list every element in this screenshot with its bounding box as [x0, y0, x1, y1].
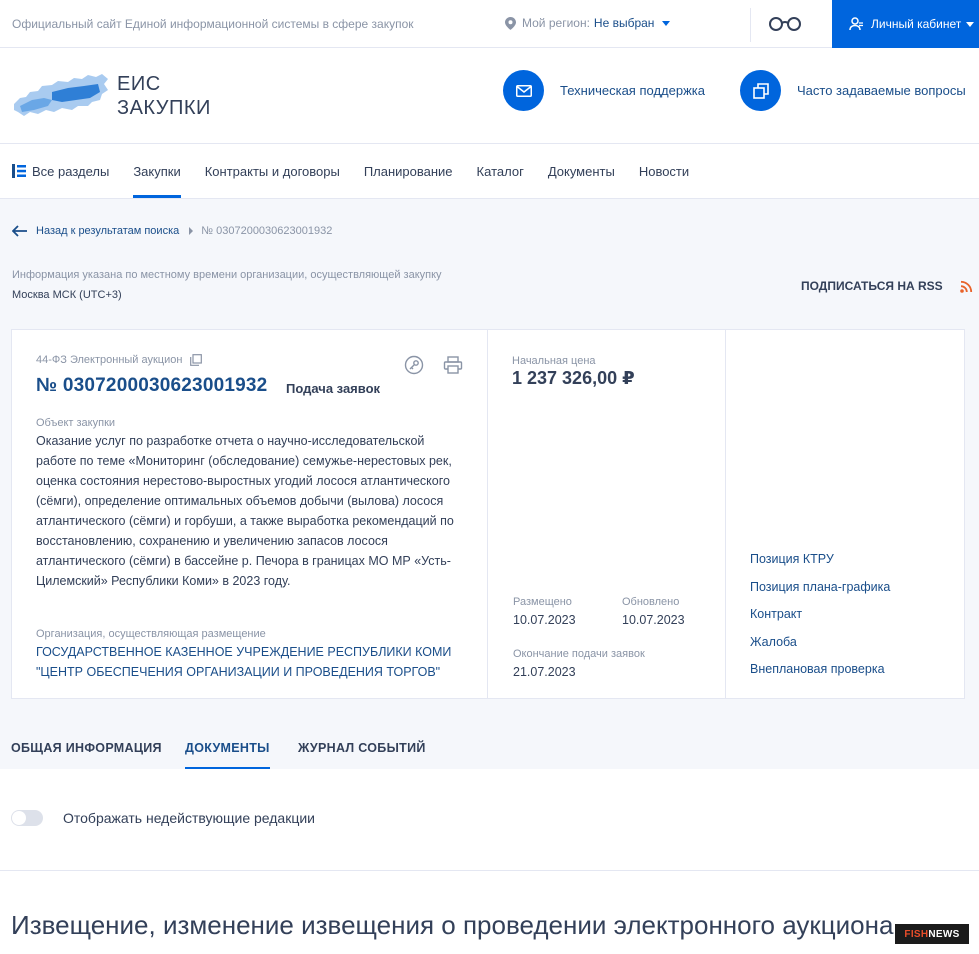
divider [0, 870, 979, 871]
nav-label: Все разделы [32, 163, 110, 179]
chevron-down-icon [966, 21, 975, 27]
nav-item-all-sections[interactable]: Все разделы [12, 144, 109, 198]
copy-windows-icon [740, 70, 781, 111]
purchase-number[interactable]: № 0307200030623001932 [36, 375, 267, 397]
tech-support-label: Техническая поддержка [560, 83, 705, 98]
cabinet-label: Личный кабинет [871, 17, 962, 31]
nav-item-planning[interactable]: Планирование [364, 144, 453, 198]
nav-label: Документы [547, 163, 615, 179]
deadline-date: 21.07.2023 [513, 665, 576, 679]
divider [750, 8, 751, 42]
tab-documents[interactable]: ДОКУМЕНТЫ [185, 741, 270, 769]
tab-general-info[interactable]: ОБЩАЯ ИНФОРМАЦИЯ [11, 741, 162, 755]
user-icon [849, 17, 863, 31]
accessibility-glasses-icon[interactable] [768, 14, 802, 34]
price-label: Начальная цена [512, 355, 596, 367]
show-inactive-toggle[interactable] [11, 810, 43, 826]
nav-label: Планирование [363, 163, 453, 179]
watermark-part-2: NEWS [928, 928, 960, 940]
nav-item-documents[interactable]: Документы [548, 144, 615, 198]
object-text: Оказание услуг по разработке отчета о на… [36, 434, 454, 588]
breadcrumb-current: № 0307200030623001932 [201, 225, 333, 237]
placed-date: 10.07.2023 [513, 613, 576, 627]
link-plan-schedule-position[interactable]: Позиция плана-графика [750, 580, 890, 608]
tech-support-button[interactable]: Техническая поддержка [503, 70, 705, 111]
nav-item-contracts[interactable]: Контракты и договоры [205, 144, 340, 198]
personal-cabinet-button[interactable]: Личный кабинет [832, 0, 979, 48]
link-contract[interactable]: Контракт [750, 607, 890, 635]
nav-item-news[interactable]: Новости [639, 144, 689, 198]
deadline-label: Окончание подачи заявок [513, 648, 645, 660]
breadcrumb-separator-icon [189, 227, 194, 235]
nav-label: Новости [638, 163, 690, 179]
show-inactive-label: Отображать недействующие редакции [63, 810, 316, 826]
sections-list-icon [12, 164, 26, 178]
region-value[interactable]: Не выбран [594, 16, 655, 30]
purchase-card: 44-ФЗ Электронный аукцион № 030720003062… [11, 329, 965, 699]
logo-text[interactable]: ЕИС ЗАКУПКИ [117, 72, 211, 120]
eis-logo-map-icon[interactable] [12, 70, 112, 120]
copy-icon[interactable] [190, 354, 203, 366]
rss-label: ПОДПИСАТЬСЯ НА RSS [801, 279, 943, 293]
purchase-main-info: 44-ФЗ Электронный аукцион № 030720003062… [12, 330, 488, 698]
timezone-value: Москва МСК (UTC+3) [12, 289, 122, 301]
watermark-part-1: FISH [904, 928, 929, 940]
purchase-price-dates: Начальная цена 1 237 326,00 ₽ Размещено … [488, 330, 726, 698]
purchase-section: Назад к результатам поиска № 03072000306… [0, 199, 979, 769]
location-pin-icon [505, 16, 516, 30]
org-name-link[interactable]: ГОСУДАРСТВЕННОЕ КАЗЕННОЕ УЧРЕЖДЕНИЕ РЕСП… [36, 642, 476, 682]
logo-line-1: ЕИС [117, 73, 161, 95]
breadcrumb: Назад к результатам поиска № 03072000306… [12, 225, 332, 237]
nav-item-purchases[interactable]: Закупки [133, 144, 182, 198]
link-complaint[interactable]: Жалоба [750, 635, 890, 663]
region-selector[interactable]: Мой регион: Не выбран [505, 16, 671, 30]
logo-line-2: ЗАКУПКИ [117, 97, 211, 119]
signature-key-icon[interactable] [404, 355, 424, 375]
link-unscheduled-inspection[interactable]: Внеплановая проверка [750, 662, 890, 690]
notice-section-title: Извещение, изменение извещения о проведе… [11, 910, 894, 940]
show-inactive-revisions-row: Отображать недействующие редакции [11, 810, 315, 826]
nav-label: Закупки [133, 163, 181, 179]
faq-label: Часто задаваемые вопросы [797, 83, 966, 98]
link-ktru-position[interactable]: Позиция КТРУ [750, 552, 890, 580]
top-bar: Официальный сайт Единой информационной с… [0, 0, 979, 48]
rss-subscribe-button[interactable]: ПОДПИСАТЬСЯ НА RSS [801, 279, 973, 293]
arrow-left-icon[interactable] [12, 225, 28, 237]
price-value: 1 237 326,00 ₽ [512, 368, 635, 388]
print-icon[interactable] [443, 355, 463, 375]
fishnews-watermark: FISH NEWS [895, 924, 969, 944]
purchase-type-label: 44-ФЗ Электронный аукцион [36, 354, 183, 366]
placed-label: Размещено [513, 596, 572, 608]
updated-date: 10.07.2023 [622, 613, 685, 627]
rss-icon [959, 280, 972, 293]
purchase-links: Позиция КТРУ Позиция плана-графика Контр… [726, 330, 964, 698]
nav-label: Контракты и договоры [204, 163, 340, 179]
region-label: Мой регион: [522, 16, 590, 30]
chevron-down-icon [662, 20, 671, 26]
site-header: ЕИС ЗАКУПКИ Техническая поддержка Часто … [0, 48, 979, 144]
nav-label: Каталог [476, 163, 524, 179]
nav-item-catalog[interactable]: Каталог [477, 144, 524, 198]
purchase-status: Подача заявок [286, 381, 381, 396]
object-label: Объект закупки [36, 417, 116, 429]
purchase-type: 44-ФЗ Электронный аукцион [36, 354, 203, 366]
faq-button[interactable]: Часто задаваемые вопросы [740, 70, 966, 111]
timezone-info: Информация указана по местному времени о… [12, 269, 442, 281]
updated-label: Обновлено [622, 596, 680, 608]
purchase-tabs: ОБЩАЯ ИНФОРМАЦИЯ ДОКУМЕНТЫ ЖУРНАЛ СОБЫТИ… [0, 729, 979, 769]
mail-icon [503, 70, 544, 111]
tab-event-log[interactable]: ЖУРНАЛ СОБЫТИЙ [298, 741, 426, 755]
official-site-text: Официальный сайт Единой информационной с… [12, 17, 414, 31]
back-to-results-link[interactable]: Назад к результатам поиска [36, 225, 179, 237]
org-label: Организация, осуществляющая размещение [36, 628, 266, 640]
main-nav: Все разделы Закупки Контракты и договоры… [0, 144, 979, 199]
